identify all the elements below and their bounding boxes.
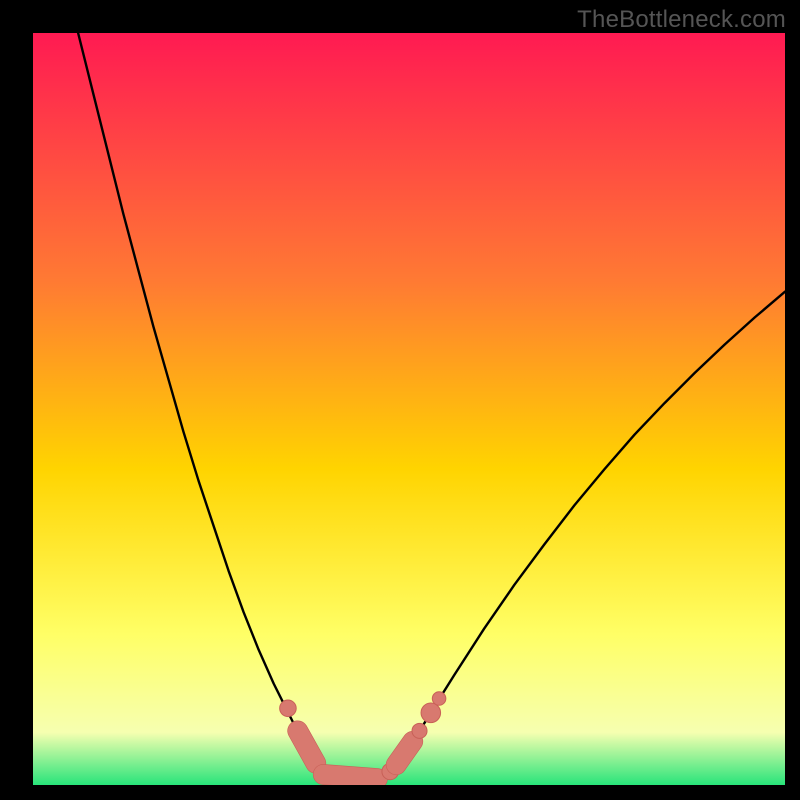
- watermark-text: TheBottleneck.com: [577, 6, 786, 34]
- marker-dot: [280, 700, 297, 717]
- marker-dot: [432, 692, 446, 706]
- marker-dot: [421, 703, 441, 723]
- marker-capsule: [323, 774, 377, 778]
- gradient-background: [33, 33, 785, 785]
- plot-area: [33, 33, 785, 785]
- marker-dot: [412, 723, 427, 738]
- chart-svg: [33, 33, 785, 785]
- marker-capsule: [396, 741, 413, 764]
- chart-frame: TheBottleneck.com: [0, 0, 800, 800]
